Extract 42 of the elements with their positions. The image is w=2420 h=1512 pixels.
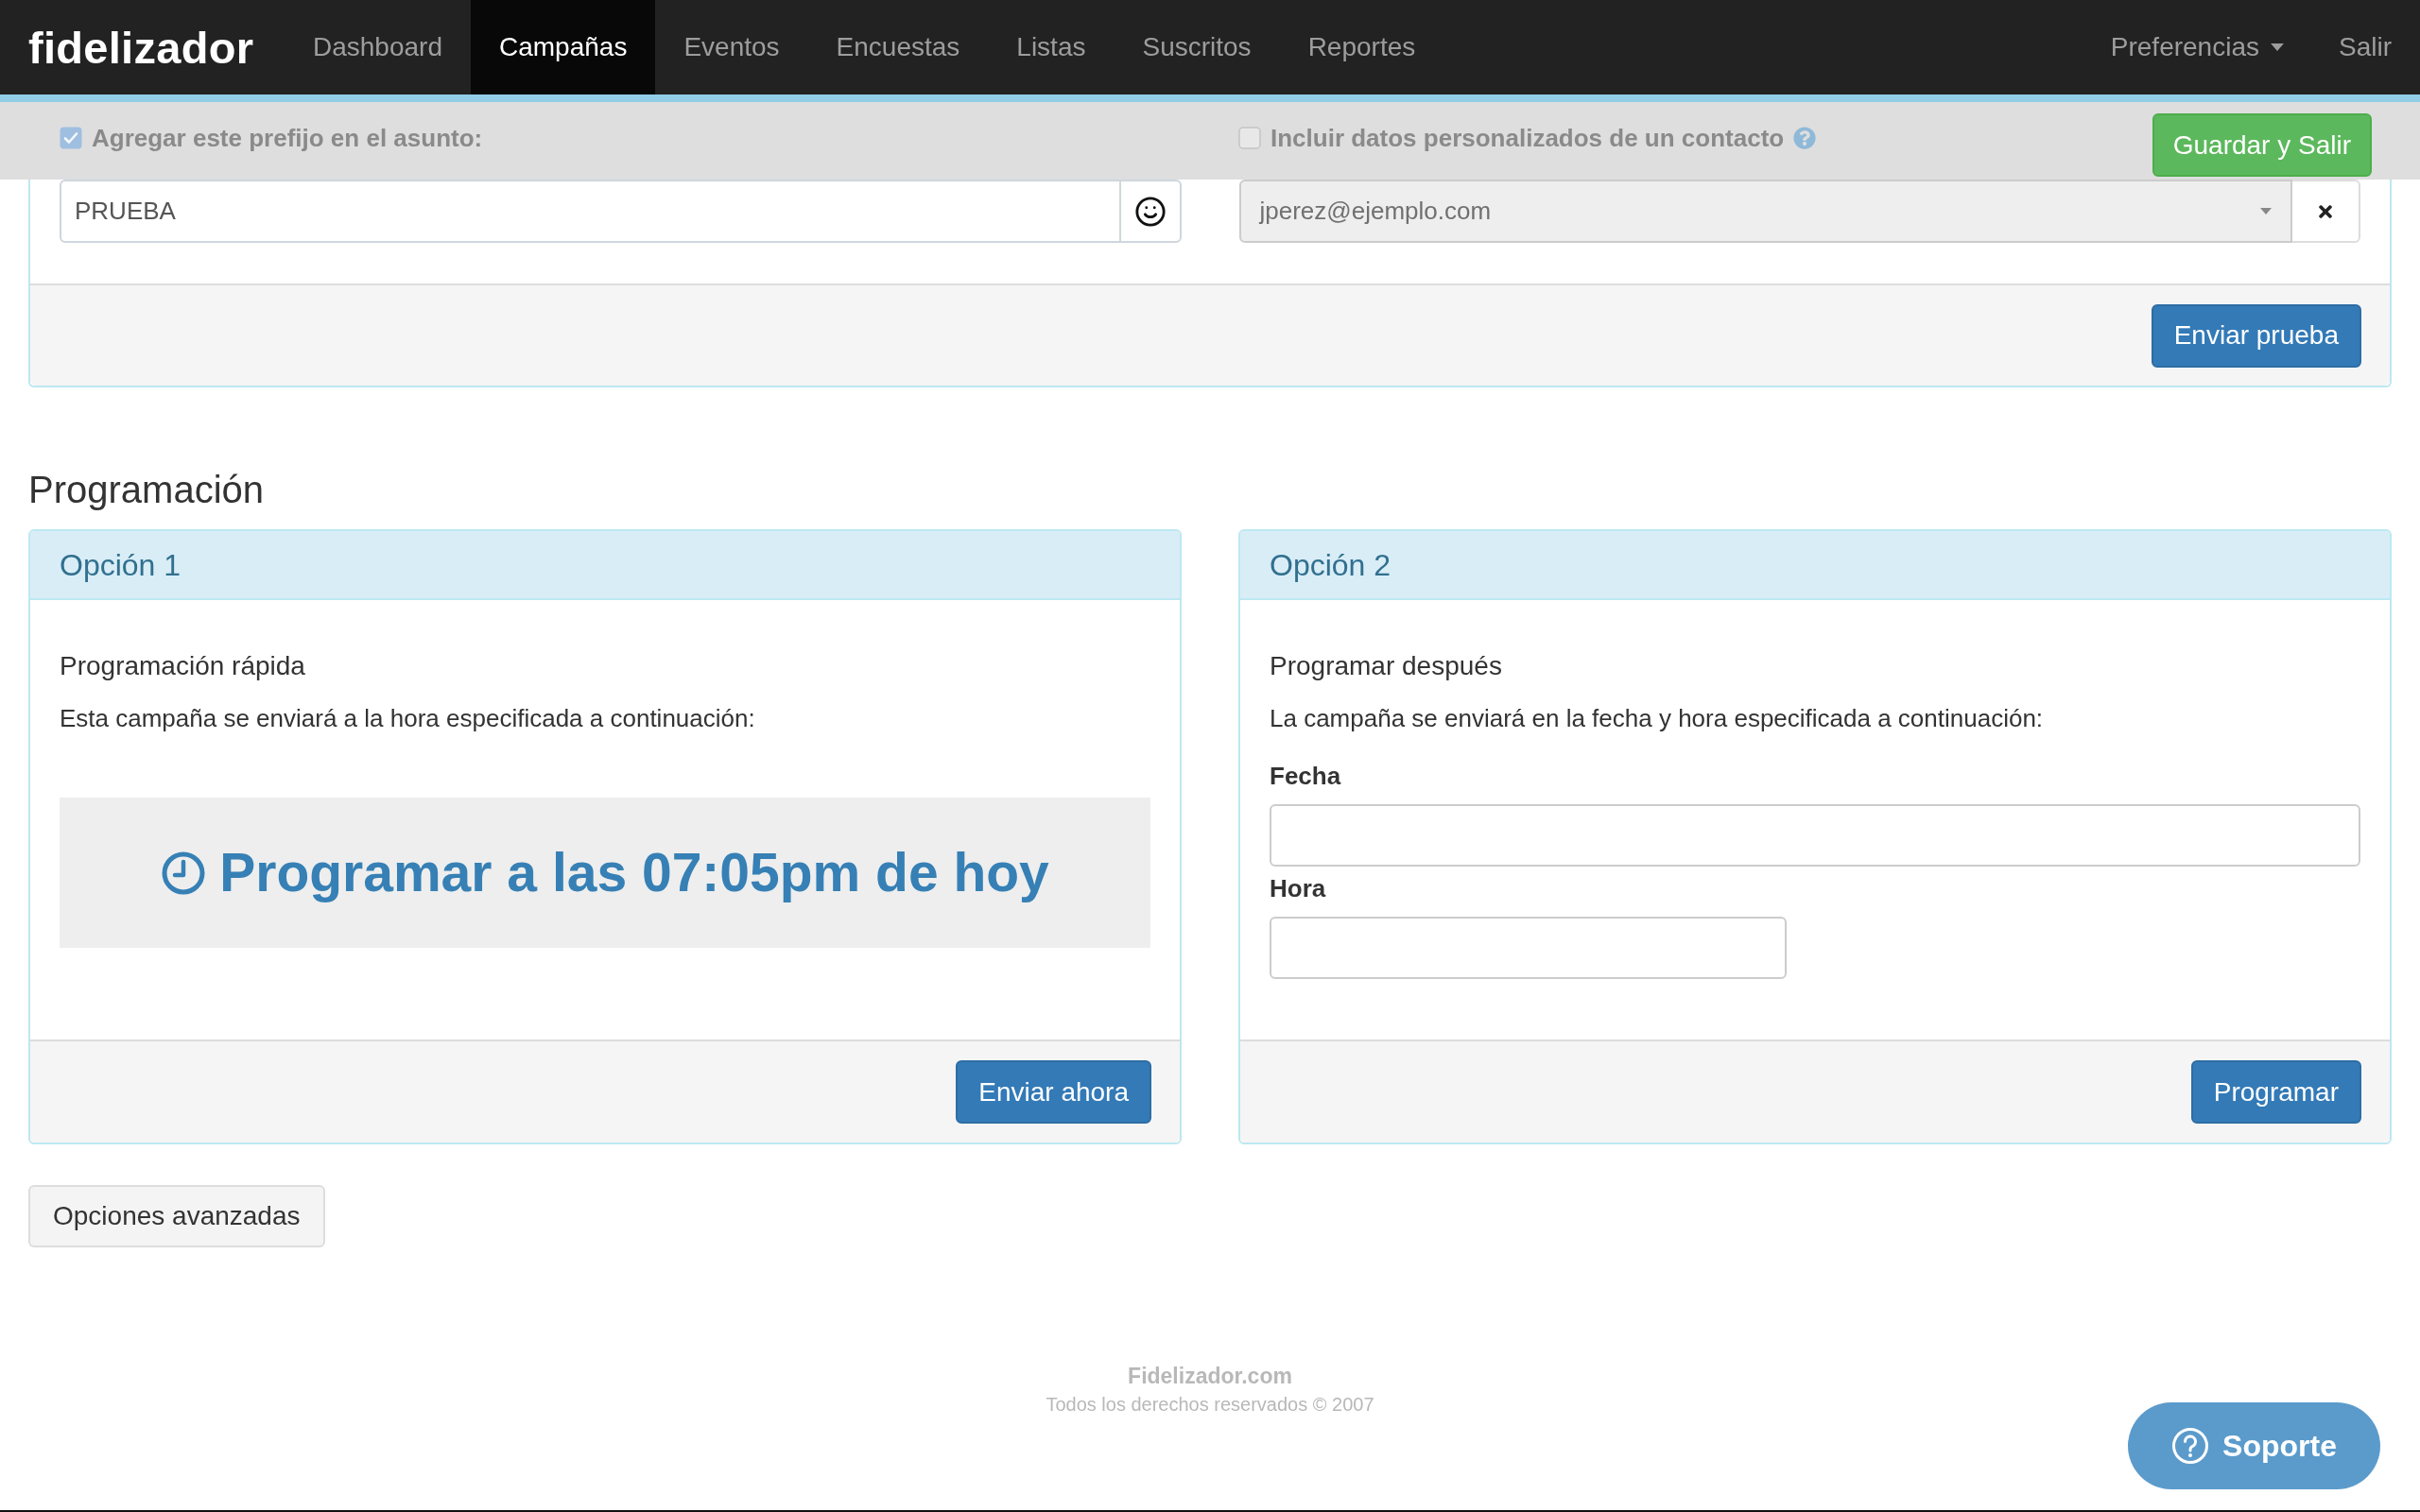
clear-button[interactable] [2292,180,2360,243]
panel-header: Opción 1 [30,531,1180,600]
preferences-menu[interactable]: Preferencias [2082,0,2312,94]
smiley-icon [1133,195,1167,228]
emoji-button[interactable] [1118,180,1182,243]
schedule-button[interactable]: Programar [2190,1060,2361,1124]
nav-tab[interactable]: Reportes [1279,0,1444,94]
advanced-options-button[interactable]: Opciones avanzadas [28,1185,325,1247]
prefix-field[interactable]: PRUEBA [60,180,1119,243]
nav-tab[interactable]: Eventos [655,0,808,94]
caret-icon [2260,208,2272,215]
footer-site-name: Fidelizador.com [1128,1363,1292,1390]
nav-tab[interactable]: Listas [988,0,1115,94]
checkbox-label: Incluir datos personalizados de un contacto [1270,122,1785,154]
help-icon[interactable] [1793,127,1817,149]
nav-tab[interactable]: Encuestas [807,0,989,94]
option-description: Esta campaña se enviará a la hora especificada a continuación: [60,703,756,734]
date-time-field[interactable] [1270,917,1787,979]
nav-tab[interactable]: Dashboard [285,0,471,94]
support-button[interactable]: Soporte [2128,1402,2380,1489]
logo[interactable]: fidelizador [28,25,254,70]
send-now-button[interactable]: Enviar ahora [956,1060,1151,1124]
checkbox[interactable] [1238,127,1261,149]
option-title: Programar después [1270,650,1503,682]
checkbox-label: Agregar este prefijo en el asunto: [92,122,483,154]
send-test-button[interactable]: Enviar prueba [2151,303,2361,368]
nav-tab[interactable]: Suscritos [1114,0,1280,94]
field-label: Hora [1270,873,1327,904]
date-time-field[interactable] [1270,804,2360,867]
field-label: Fecha [1270,761,1342,792]
section-heading: Programación [27,468,265,512]
checkbox[interactable] [60,127,82,149]
contact-select[interactable]: jperez@ejemplo.com [1238,180,2292,243]
panel-header: Opción 2 [1240,531,2390,600]
help-icon [2171,1427,2210,1465]
clock-icon [161,850,207,896]
footer-copyright: Todos los derechos reservados © 2007 [1046,1393,1374,1417]
nav-tab[interactable]: Campañas [471,0,656,94]
nav-link[interactable]: Salir [2312,0,2418,94]
option-description: La campaña se enviará en la fecha y hora especificada a continuación: [1270,703,2045,734]
caret-icon [2271,43,2284,51]
option-title: Programación rápida [60,650,306,682]
